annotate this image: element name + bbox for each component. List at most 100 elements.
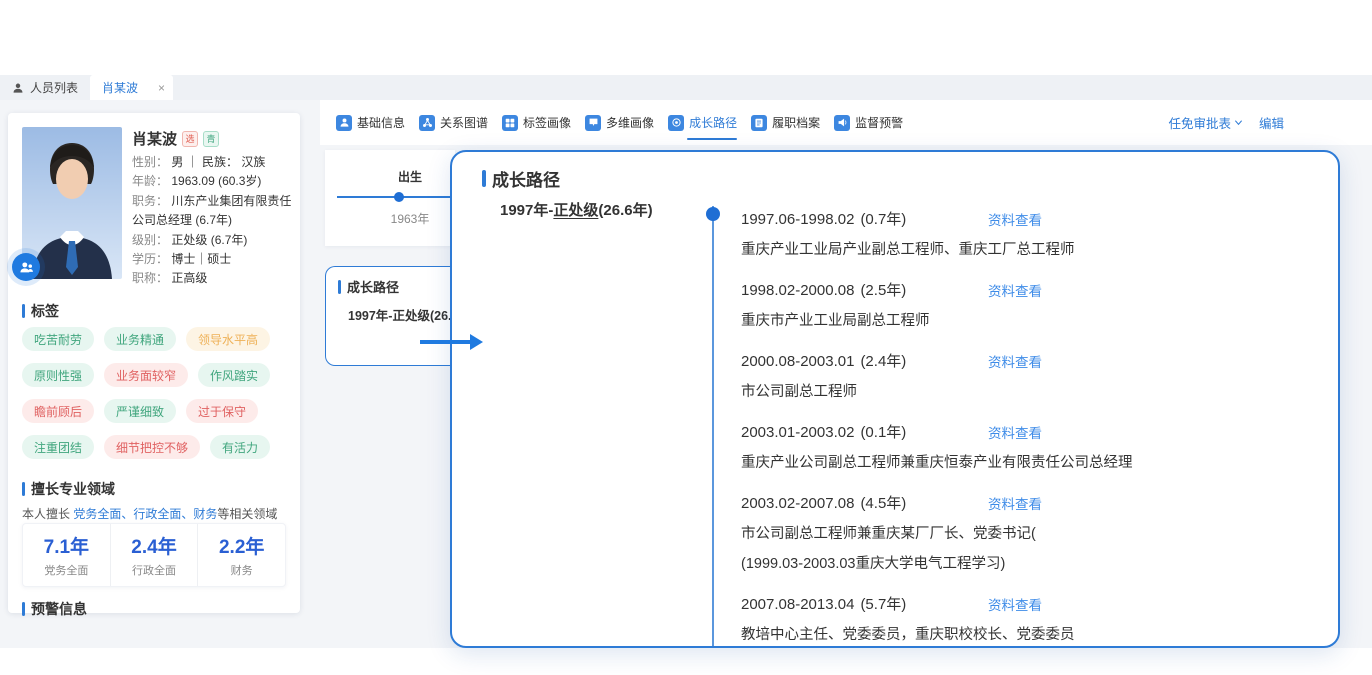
tab-label: 人员列表 [30,79,78,96]
career-entry: 2003.02-2007.08(4.5年) 资料查看 市公司副总工程师兼重庆某厂… [741,492,1316,573]
timeline-dot [394,192,404,202]
milestone-label: 1997年-正处级(26.6年) [500,199,653,220]
portrait-icon [585,115,601,131]
archive-icon [751,115,767,131]
user-icon [336,115,352,131]
birth-year: 1963年 [370,210,450,227]
window-tabstrip: 人员列表 肖某波 × [0,75,1372,100]
expand-arrow [420,340,470,344]
add-person-button[interactable] [12,253,40,281]
tab-relation-graph[interactable]: 关系图谱 [417,100,490,145]
entry-period: 1998.02-2000.08(2.5年) [741,279,988,300]
stat-party: 7.1年 党务全面 [23,524,110,586]
view-material-link[interactable]: 资料查看 [988,351,1042,371]
path-icon [668,115,684,131]
view-material-link[interactable]: 资料查看 [988,422,1042,442]
entry-period: 2007.08-2013.04(5.7年) [741,593,988,614]
field-rank: 级别： 正处级 (6.7年) [132,231,294,250]
edit-button[interactable]: 编辑 [1259,113,1284,132]
career-entries: 1997.06-1998.02(0.7年) 资料查看 重庆产业工业局产业副总工程… [741,208,1316,664]
expertise-link-party[interactable]: 党务全面 [73,507,121,521]
warning-section-title: 预警信息 [22,599,87,619]
expertise-link-admin[interactable]: 行政全面 [133,507,181,521]
tag-pill[interactable]: 有活力 [210,435,270,459]
tag-pill[interactable]: 严谨细致 [104,399,176,423]
grid-icon [502,115,518,131]
growth-path-modal: 成长路径 1997年-正处级(26.6年) 1997.06-1998.02(0.… [450,150,1340,648]
field-position: 职务： 川东产业集团有限责任公司总经理 (6.7年) [132,192,294,231]
tag-pill[interactable]: 业务精通 [104,327,176,351]
tag-pill[interactable]: 原则性强 [22,363,94,387]
field-title: 职称： 正高级 [132,269,294,288]
tag-pill[interactable]: 领导水平高 [186,327,270,351]
entry-period: 2003.02-2007.08(4.5年) [741,492,988,513]
tab-supervision-alert[interactable]: 监督预警 [832,100,905,145]
field-gender: 性别： 男 ｜ 民族： 汉族 [132,153,294,172]
timeline-node-dot [706,207,720,221]
entry-description: 市公司副总工程师兼重庆某厂厂长、党委书记( [741,522,1316,543]
tab-tag-portrait[interactable]: 标签画像 [500,100,573,145]
chevron-down-icon [1234,118,1243,127]
appointment-form-dropdown[interactable]: 任免审批表 [1168,113,1243,132]
career-entry: 2007.08-2013.04(5.7年) 资料查看 教培中心主任、党委委员，重… [741,593,1316,644]
birth-timeline-card: 出生 1963年 [325,150,455,246]
tag-pill[interactable]: 作风踏实 [198,363,270,387]
career-entry: 1998.02-2000.08(2.5年) 资料查看 重庆市产业工业局副总工程师 [741,279,1316,330]
entry-description: 市公司副总工程师 [741,380,1316,401]
growth-box-milestone: 1997年-正处级(26.6年) [348,305,452,324]
status-badge-red: 选 [182,131,198,147]
entry-period: 2003.01-2003.02(0.1年) [741,421,988,442]
tag-pill[interactable]: 细节把控不够 [104,435,200,459]
tags-section-title: 标签 [22,301,59,321]
entry-period: 1997.06-1998.02(0.7年) [741,208,988,229]
tab-label: 肖某波 [102,79,138,96]
view-material-link[interactable]: 资料查看 [988,493,1042,513]
entry-description: 教培中心主任、党委委员，重庆职校校长、党委委员 [741,623,1316,644]
career-entry: 1997.06-1998.02(0.7年) 资料查看 重庆产业工业局产业副总工程… [741,208,1316,259]
birth-label: 出生 [370,168,450,185]
entry-description: 重庆市产业工业局副总工程师 [741,309,1316,330]
tag-pill[interactable]: 业务面较窄 [104,363,188,387]
expertise-section-title: 擅长专业领域 [22,479,115,499]
tab-duty-archive[interactable]: 履职档案 [749,100,822,145]
entry-description: 重庆产业工业局产业副总工程师、重庆工厂总工程师 [741,238,1316,259]
view-material-link[interactable]: 资料查看 [988,280,1042,300]
entry-description: (1999.03-2003.03重庆大学电气工程学习) [741,552,1316,573]
view-material-link[interactable]: 资料查看 [988,209,1042,229]
tag-pill[interactable]: 瞻前顾后 [22,399,94,423]
field-education: 学历： 博士｜硕士 [132,250,294,269]
tag-pill[interactable]: 过于保守 [186,399,258,423]
status-badge-green: 青 [203,131,219,147]
person-name: 肖某波 [132,128,177,149]
tag-pill[interactable]: 注重团结 [22,435,94,459]
nav-actions: 任免审批表 编辑 [1168,100,1284,145]
stat-admin: 2.4年 行政全面 [110,524,198,586]
growth-path-summary-box[interactable]: 成长路径 1997年-正处级(26.6年) [325,266,453,366]
close-icon[interactable]: × [158,82,165,94]
stat-finance: 2.2年 财务 [197,524,285,586]
tab-multi-portrait[interactable]: 多维画像 [583,100,656,145]
tag-pill[interactable]: 吃苦耐劳 [22,327,94,351]
app-window: 人员列表 肖某波 × [0,0,1372,675]
tab-personnel-list[interactable]: 人员列表 [0,75,90,100]
profile-card: 肖某波 选 青 性别： 男 ｜ 民族： 汉族 年龄： 1963.09 (60.3… [8,113,300,613]
entry-description: 重庆产业公司副总工程师兼重庆恒泰产业有限责任公司总经理 [741,451,1316,472]
field-age: 年龄： 1963.09 (60.3岁) [132,172,294,191]
career-entry: 2003.01-2003.02(0.1年) 资料查看 重庆产业公司副总工程师兼重… [741,421,1316,472]
tab-basic-info[interactable]: 基础信息 [334,100,407,145]
timeline-vertical-line [712,206,714,646]
alert-icon [834,115,850,131]
tab-growth-path[interactable]: 成长路径 [666,100,739,145]
expertise-stats: 7.1年 党务全面 2.4年 行政全面 2.2年 财务 [22,523,286,587]
expertise-link-finance[interactable]: 财务 [193,507,217,521]
profile-fields: 性别： 男 ｜ 民族： 汉族 年龄： 1963.09 (60.3岁) 职务： 川… [132,153,294,289]
network-icon [419,115,435,131]
person-icon [12,82,24,94]
career-entry: 2000.08-2003.01(2.4年) 资料查看 市公司副总工程师 [741,350,1316,401]
tab-person-profile[interactable]: 肖某波 × [90,75,173,100]
entry-period: 2000.08-2003.01(2.4年) [741,350,988,371]
expertise-summary: 本人擅长 党务全面、行政全面、财务等相关领域 [22,505,290,522]
view-material-link[interactable]: 资料查看 [988,594,1042,614]
profile-photo [22,127,122,279]
profile-navbar: 基础信息 关系图谱 标签画像 多维画像 成长路径 履职档案 监督预警 任免 [320,100,1372,145]
